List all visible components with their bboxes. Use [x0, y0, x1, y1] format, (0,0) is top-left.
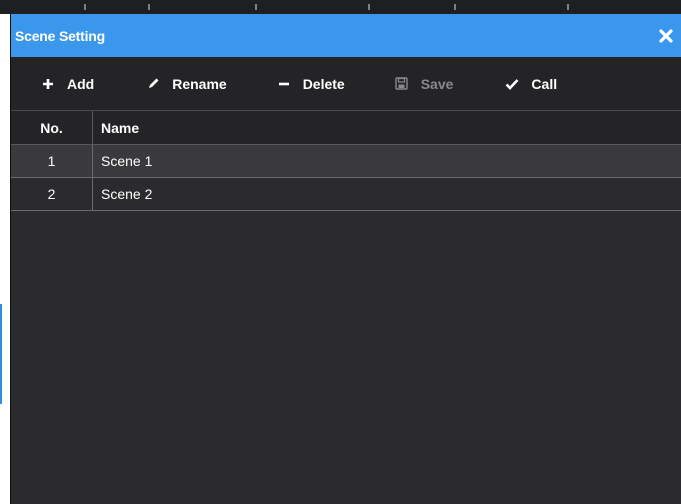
row-number: 2	[11, 177, 93, 211]
call-button[interactable]: Call	[505, 76, 557, 92]
save-icon	[395, 77, 409, 91]
save-label: Save	[420, 75, 454, 92]
dialog-title: Scene Setting	[15, 27, 105, 44]
rename-button[interactable]: Rename	[146, 75, 227, 92]
add-label: Add	[67, 75, 95, 92]
close-icon	[659, 28, 673, 43]
save-button[interactable]: Save	[395, 75, 454, 92]
delete-button[interactable]: Delete	[277, 76, 345, 92]
table-row[interactable]: 1 Scene 1	[11, 144, 681, 178]
checkmark-icon	[505, 77, 519, 91]
add-button[interactable]: Add	[41, 76, 94, 92]
plus-icon	[41, 77, 55, 91]
rename-label: Rename	[172, 75, 227, 92]
close-button[interactable]	[657, 27, 675, 45]
row-scene-name: Scene 2	[92, 177, 681, 211]
row-scene-name: Scene 1	[92, 144, 681, 178]
minus-icon	[277, 77, 291, 91]
background-edge-mark	[0, 304, 2, 404]
background-tick	[255, 4, 257, 10]
background-tick	[567, 4, 569, 10]
scene-setting-dialog: Scene Setting Add Rename Delete Save Cal…	[10, 14, 681, 504]
column-header-name[interactable]: Name	[92, 111, 681, 145]
delete-label: Delete	[302, 75, 345, 92]
background-tick	[84, 4, 86, 10]
pencil-icon	[146, 77, 160, 91]
scene-table: No. Name 1 Scene 1 2 Scene 2	[11, 111, 681, 211]
background-app-strip	[0, 0, 681, 14]
column-header-no[interactable]: No.	[11, 111, 93, 145]
scene-toolbar: Add Rename Delete Save Call	[11, 57, 681, 111]
background-left-edge	[0, 14, 10, 504]
call-label: Call	[531, 75, 558, 92]
table-header-row: No. Name	[11, 111, 681, 145]
dialog-title-bar: Scene Setting	[11, 14, 681, 57]
window-frame: Scene Setting Add Rename Delete Save Cal…	[0, 0, 681, 504]
background-tick	[368, 4, 370, 10]
table-row[interactable]: 2 Scene 2	[11, 177, 681, 211]
background-tick	[148, 4, 150, 10]
row-number: 1	[11, 144, 93, 178]
background-tick	[454, 4, 456, 10]
